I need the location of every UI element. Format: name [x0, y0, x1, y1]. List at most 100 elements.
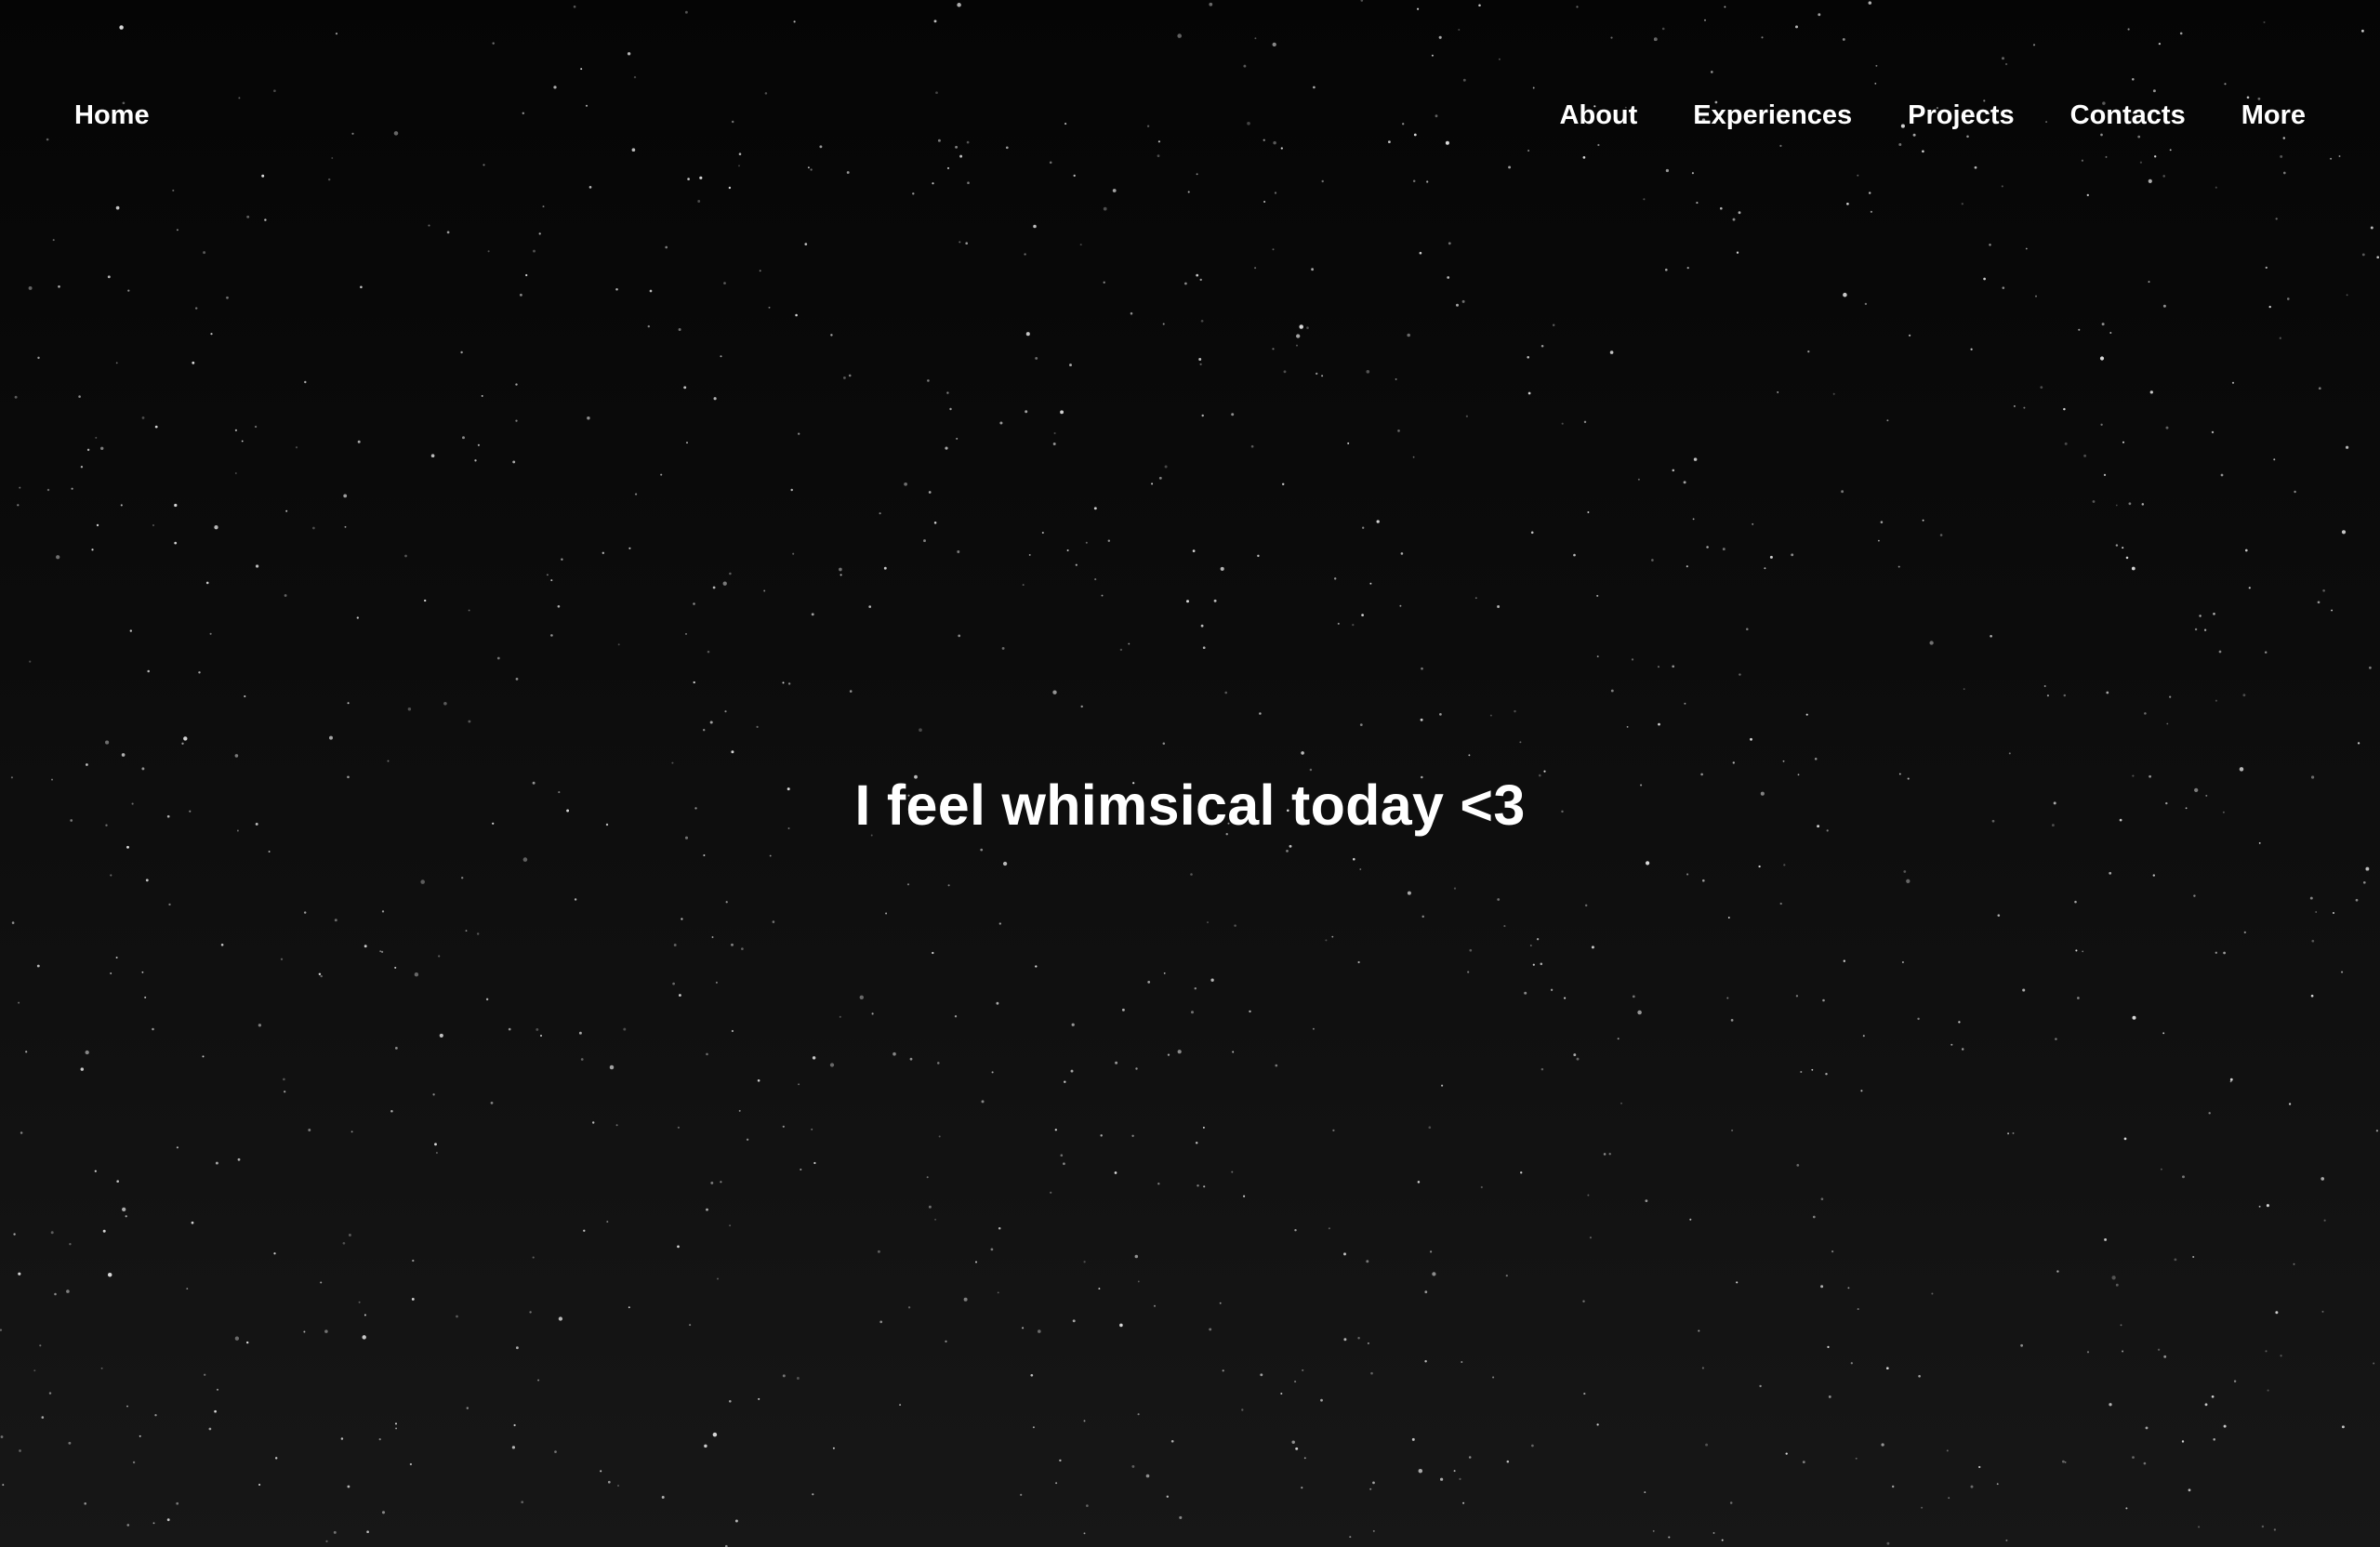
star — [1591, 945, 1594, 949]
star — [1197, 1184, 1199, 1187]
star — [1519, 741, 1522, 744]
star — [284, 1091, 286, 1093]
star — [379, 950, 382, 953]
star — [1312, 1027, 1315, 1030]
star — [1121, 1008, 1125, 1012]
star — [1520, 1171, 1523, 1174]
star — [0, 1329, 3, 1331]
star — [1822, 998, 1825, 1002]
star — [407, 707, 412, 711]
star — [1917, 1017, 1920, 1021]
star — [2012, 1131, 2015, 1134]
star — [946, 391, 949, 394]
star — [1071, 1023, 1075, 1026]
star — [1199, 363, 1202, 365]
star — [1035, 356, 1038, 360]
star — [1467, 971, 1470, 973]
nav-contacts-link[interactable]: Contacts — [2070, 97, 2186, 134]
star — [176, 1146, 178, 1149]
star — [2365, 866, 2370, 871]
star — [609, 1064, 615, 1070]
star — [938, 1135, 941, 1138]
star — [1321, 375, 1324, 377]
star — [2025, 247, 2028, 250]
star — [2215, 951, 2217, 954]
nav-experiences-link[interactable]: Experiences — [1693, 97, 1852, 134]
star — [435, 1151, 438, 1155]
star — [1820, 1285, 1824, 1289]
star — [320, 1281, 323, 1284]
star — [2132, 1456, 2135, 1459]
star — [1020, 1493, 1023, 1496]
star — [126, 845, 129, 849]
star — [2162, 304, 2166, 308]
nav-about-link[interactable]: About — [1560, 97, 1638, 134]
star — [1100, 1134, 1103, 1137]
star — [325, 1540, 328, 1543]
star — [1131, 1134, 1134, 1137]
star — [214, 525, 218, 530]
star — [340, 1437, 344, 1440]
nav-more-link[interactable]: More — [2241, 97, 2306, 134]
star — [1359, 723, 1363, 726]
star — [635, 493, 638, 496]
star — [381, 910, 385, 913]
star — [536, 1027, 539, 1031]
star — [147, 669, 150, 673]
star — [274, 1457, 278, 1460]
star — [20, 1131, 23, 1134]
star — [731, 1029, 734, 1033]
star — [811, 1128, 813, 1130]
star — [1459, 1477, 1461, 1481]
star — [342, 1241, 346, 1245]
star — [758, 1397, 760, 1400]
star — [2123, 1137, 2127, 1141]
star — [2157, 1348, 2161, 1351]
star — [928, 491, 932, 494]
star — [906, 883, 910, 886]
star — [1119, 648, 1123, 652]
star — [1885, 1367, 1889, 1370]
star — [1795, 995, 1799, 998]
star — [1424, 1290, 1428, 1294]
star — [1524, 991, 1527, 995]
star — [2077, 997, 2080, 999]
star — [1764, 567, 1766, 570]
star — [1732, 761, 1736, 764]
star — [1963, 688, 1965, 691]
star — [209, 632, 212, 635]
star — [647, 324, 651, 328]
star — [2294, 490, 2296, 494]
star — [2109, 1403, 2112, 1407]
star — [107, 275, 111, 279]
star — [208, 1427, 212, 1431]
star — [409, 1462, 413, 1466]
star — [1083, 1532, 1086, 1535]
star — [121, 753, 126, 757]
star — [80, 466, 84, 469]
star — [194, 307, 198, 310]
star — [71, 487, 73, 490]
star — [975, 1261, 977, 1263]
star — [33, 1369, 36, 1372]
star — [515, 419, 518, 422]
star — [557, 604, 561, 608]
nav-projects-link[interactable]: Projects — [1908, 97, 2014, 134]
star — [1400, 552, 1404, 555]
star — [1306, 326, 1309, 329]
star — [2332, 911, 2335, 915]
nav-home-link[interactable]: Home — [74, 97, 150, 134]
star — [1070, 1069, 1074, 1073]
star — [1850, 1362, 1853, 1365]
star — [1989, 244, 1991, 246]
star — [2323, 1219, 2326, 1222]
star — [1063, 1162, 1065, 1166]
star — [756, 725, 759, 729]
star — [1366, 370, 1370, 374]
star — [1395, 377, 1397, 380]
star — [485, 998, 489, 1001]
star — [578, 1031, 582, 1035]
star — [241, 440, 244, 443]
star — [125, 1215, 127, 1218]
star — [1291, 1440, 1295, 1444]
